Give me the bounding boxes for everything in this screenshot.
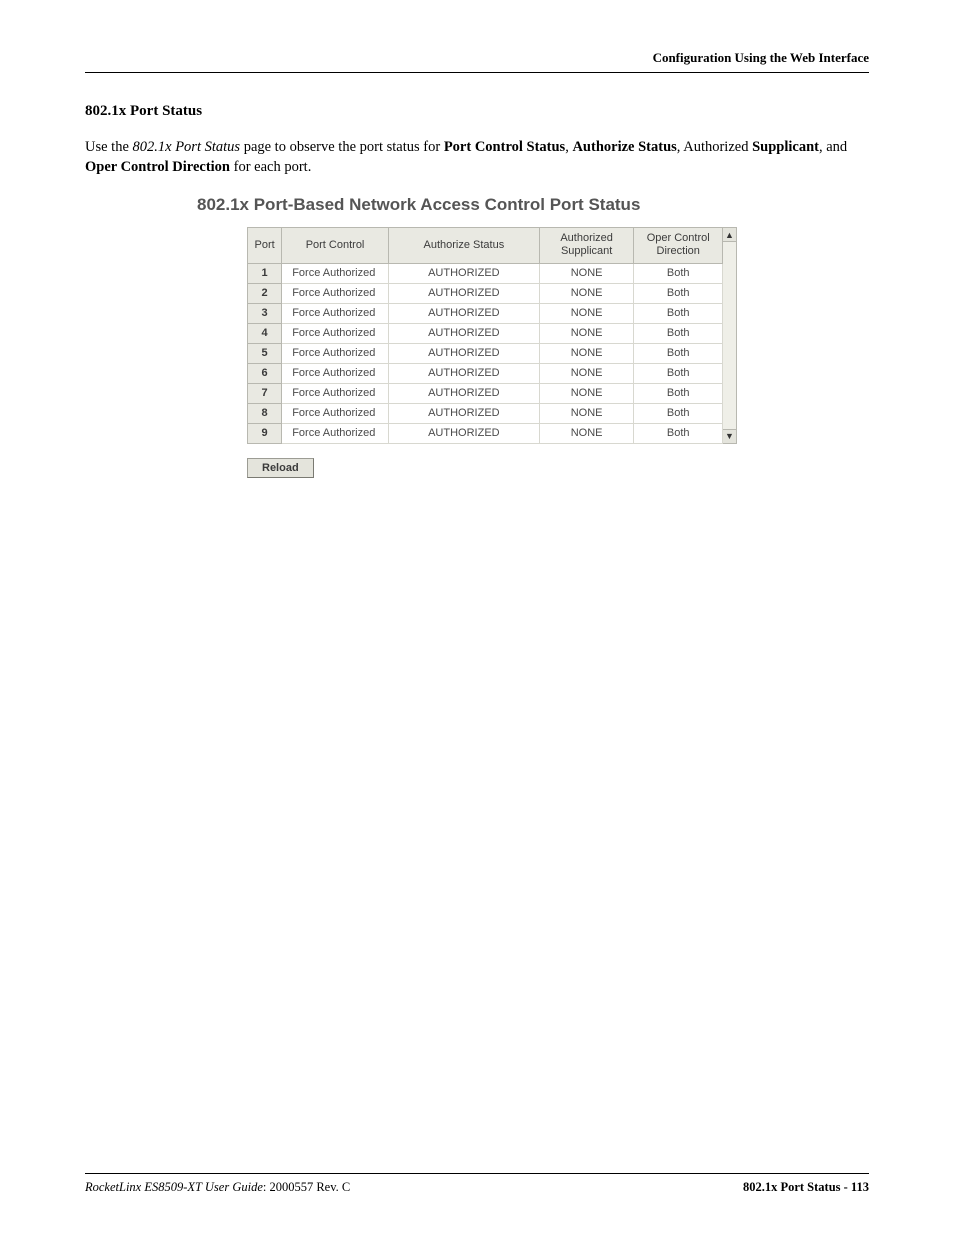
- cell-oper-control-direction: Both: [634, 383, 723, 403]
- cell-authorized-supplicant: NONE: [539, 383, 634, 403]
- table-row: 4 Force Authorized AUTHORIZED NONE Both: [248, 323, 723, 343]
- footer-left-tail: : 2000557 Rev. C: [263, 1180, 350, 1194]
- col-header-port: Port: [248, 228, 282, 263]
- table-row: 3 Force Authorized AUTHORIZED NONE Both: [248, 303, 723, 323]
- cell-authorized-supplicant: NONE: [539, 283, 634, 303]
- footer-left-italic: RocketLinx ES8509-XT User Guide: [85, 1180, 263, 1194]
- table-row: 7 Force Authorized AUTHORIZED NONE Both: [248, 383, 723, 403]
- cell-authorize-status: AUTHORIZED: [388, 363, 539, 383]
- cell-oper-control-direction: Both: [634, 323, 723, 343]
- intro-prefix: Use the: [85, 139, 133, 155]
- port-status-table: Port Port Control Authorize Status Autho…: [247, 227, 723, 443]
- intro-end: for each port.: [230, 159, 311, 175]
- cell-port: 9: [248, 423, 282, 443]
- section-title: 802.1x Port Status: [85, 103, 869, 120]
- table-scrollbar[interactable]: ▲ ▼: [723, 227, 737, 443]
- cell-authorize-status: AUTHORIZED: [388, 383, 539, 403]
- cell-port-control: Force Authorized: [282, 423, 389, 443]
- table-row: 2 Force Authorized AUTHORIZED NONE Both: [248, 283, 723, 303]
- footer-left: RocketLinx ES8509-XT User Guide: 2000557…: [85, 1180, 350, 1195]
- table-row: 8 Force Authorized AUTHORIZED NONE Both: [248, 403, 723, 423]
- cell-port-control: Force Authorized: [282, 363, 389, 383]
- cell-authorize-status: AUTHORIZED: [388, 343, 539, 363]
- cell-port-control: Force Authorized: [282, 343, 389, 363]
- cell-port-control: Force Authorized: [282, 263, 389, 283]
- cell-authorized-supplicant: NONE: [539, 363, 634, 383]
- cell-port: 8: [248, 403, 282, 423]
- intro-mid1: page to observe the port status for: [240, 139, 444, 155]
- cell-authorize-status: AUTHORIZED: [388, 423, 539, 443]
- cell-authorize-status: AUTHORIZED: [388, 263, 539, 283]
- cell-authorized-supplicant: NONE: [539, 403, 634, 423]
- intro-italic: 802.1x Port Status: [133, 139, 241, 155]
- cell-oper-control-direction: Both: [634, 423, 723, 443]
- col-header-authorize-status: Authorize Status: [388, 228, 539, 263]
- table-row: 9 Force Authorized AUTHORIZED NONE Both: [248, 423, 723, 443]
- intro-sep2: , Authorized: [677, 139, 752, 155]
- intro-bold-1: Port Control Status: [444, 139, 565, 155]
- cell-port: 1: [248, 263, 282, 283]
- scroll-up-icon[interactable]: ▲: [723, 228, 736, 242]
- col-header-port-control: Port Control: [282, 228, 389, 263]
- panel-title: 802.1x Port-Based Network Access Control…: [197, 195, 757, 215]
- cell-authorized-supplicant: NONE: [539, 343, 634, 363]
- header-rule: [85, 72, 869, 73]
- cell-oper-control-direction: Both: [634, 403, 723, 423]
- intro-bold-2: Authorize Status: [572, 139, 676, 155]
- cell-authorized-supplicant: NONE: [539, 263, 634, 283]
- cell-oper-control-direction: Both: [634, 283, 723, 303]
- cell-authorize-status: AUTHORIZED: [388, 403, 539, 423]
- cell-port: 5: [248, 343, 282, 363]
- cell-port-control: Force Authorized: [282, 303, 389, 323]
- table-row: 6 Force Authorized AUTHORIZED NONE Both: [248, 363, 723, 383]
- cell-port-control: Force Authorized: [282, 383, 389, 403]
- cell-port: 3: [248, 303, 282, 323]
- scroll-down-icon[interactable]: ▼: [723, 429, 736, 443]
- footer-rule: [85, 1173, 869, 1174]
- port-status-table-wrap: Port Port Control Authorize Status Autho…: [247, 227, 737, 443]
- col-header-oper-control-direction: Oper Control Direction: [634, 228, 723, 263]
- table-row: 5 Force Authorized AUTHORIZED NONE Both: [248, 343, 723, 363]
- cell-authorized-supplicant: NONE: [539, 323, 634, 343]
- footer-right: 802.1x Port Status - 113: [743, 1180, 869, 1195]
- cell-oper-control-direction: Both: [634, 363, 723, 383]
- table-row: 1 Force Authorized AUTHORIZED NONE Both: [248, 263, 723, 283]
- cell-port: 6: [248, 363, 282, 383]
- reload-button[interactable]: Reload: [247, 458, 314, 478]
- intro-bold-3: Supplicant: [752, 139, 819, 155]
- cell-port: 7: [248, 383, 282, 403]
- cell-oper-control-direction: Both: [634, 303, 723, 323]
- cell-authorized-supplicant: NONE: [539, 423, 634, 443]
- scroll-track[interactable]: [723, 242, 736, 428]
- cell-authorize-status: AUTHORIZED: [388, 283, 539, 303]
- header-right: Configuration Using the Web Interface: [85, 50, 869, 72]
- cell-oper-control-direction: Both: [634, 343, 723, 363]
- intro-paragraph: Use the 802.1x Port Status page to obser…: [85, 138, 869, 177]
- intro-bold-4: Oper Control Direction: [85, 159, 230, 175]
- cell-oper-control-direction: Both: [634, 263, 723, 283]
- cell-port-control: Force Authorized: [282, 323, 389, 343]
- cell-port: 4: [248, 323, 282, 343]
- cell-authorized-supplicant: NONE: [539, 303, 634, 323]
- col-header-authorized-supplicant: Authorized Supplicant: [539, 228, 634, 263]
- cell-authorize-status: AUTHORIZED: [388, 323, 539, 343]
- cell-port-control: Force Authorized: [282, 403, 389, 423]
- cell-port-control: Force Authorized: [282, 283, 389, 303]
- cell-authorize-status: AUTHORIZED: [388, 303, 539, 323]
- intro-sep3: , and: [819, 139, 847, 155]
- cell-port: 2: [248, 283, 282, 303]
